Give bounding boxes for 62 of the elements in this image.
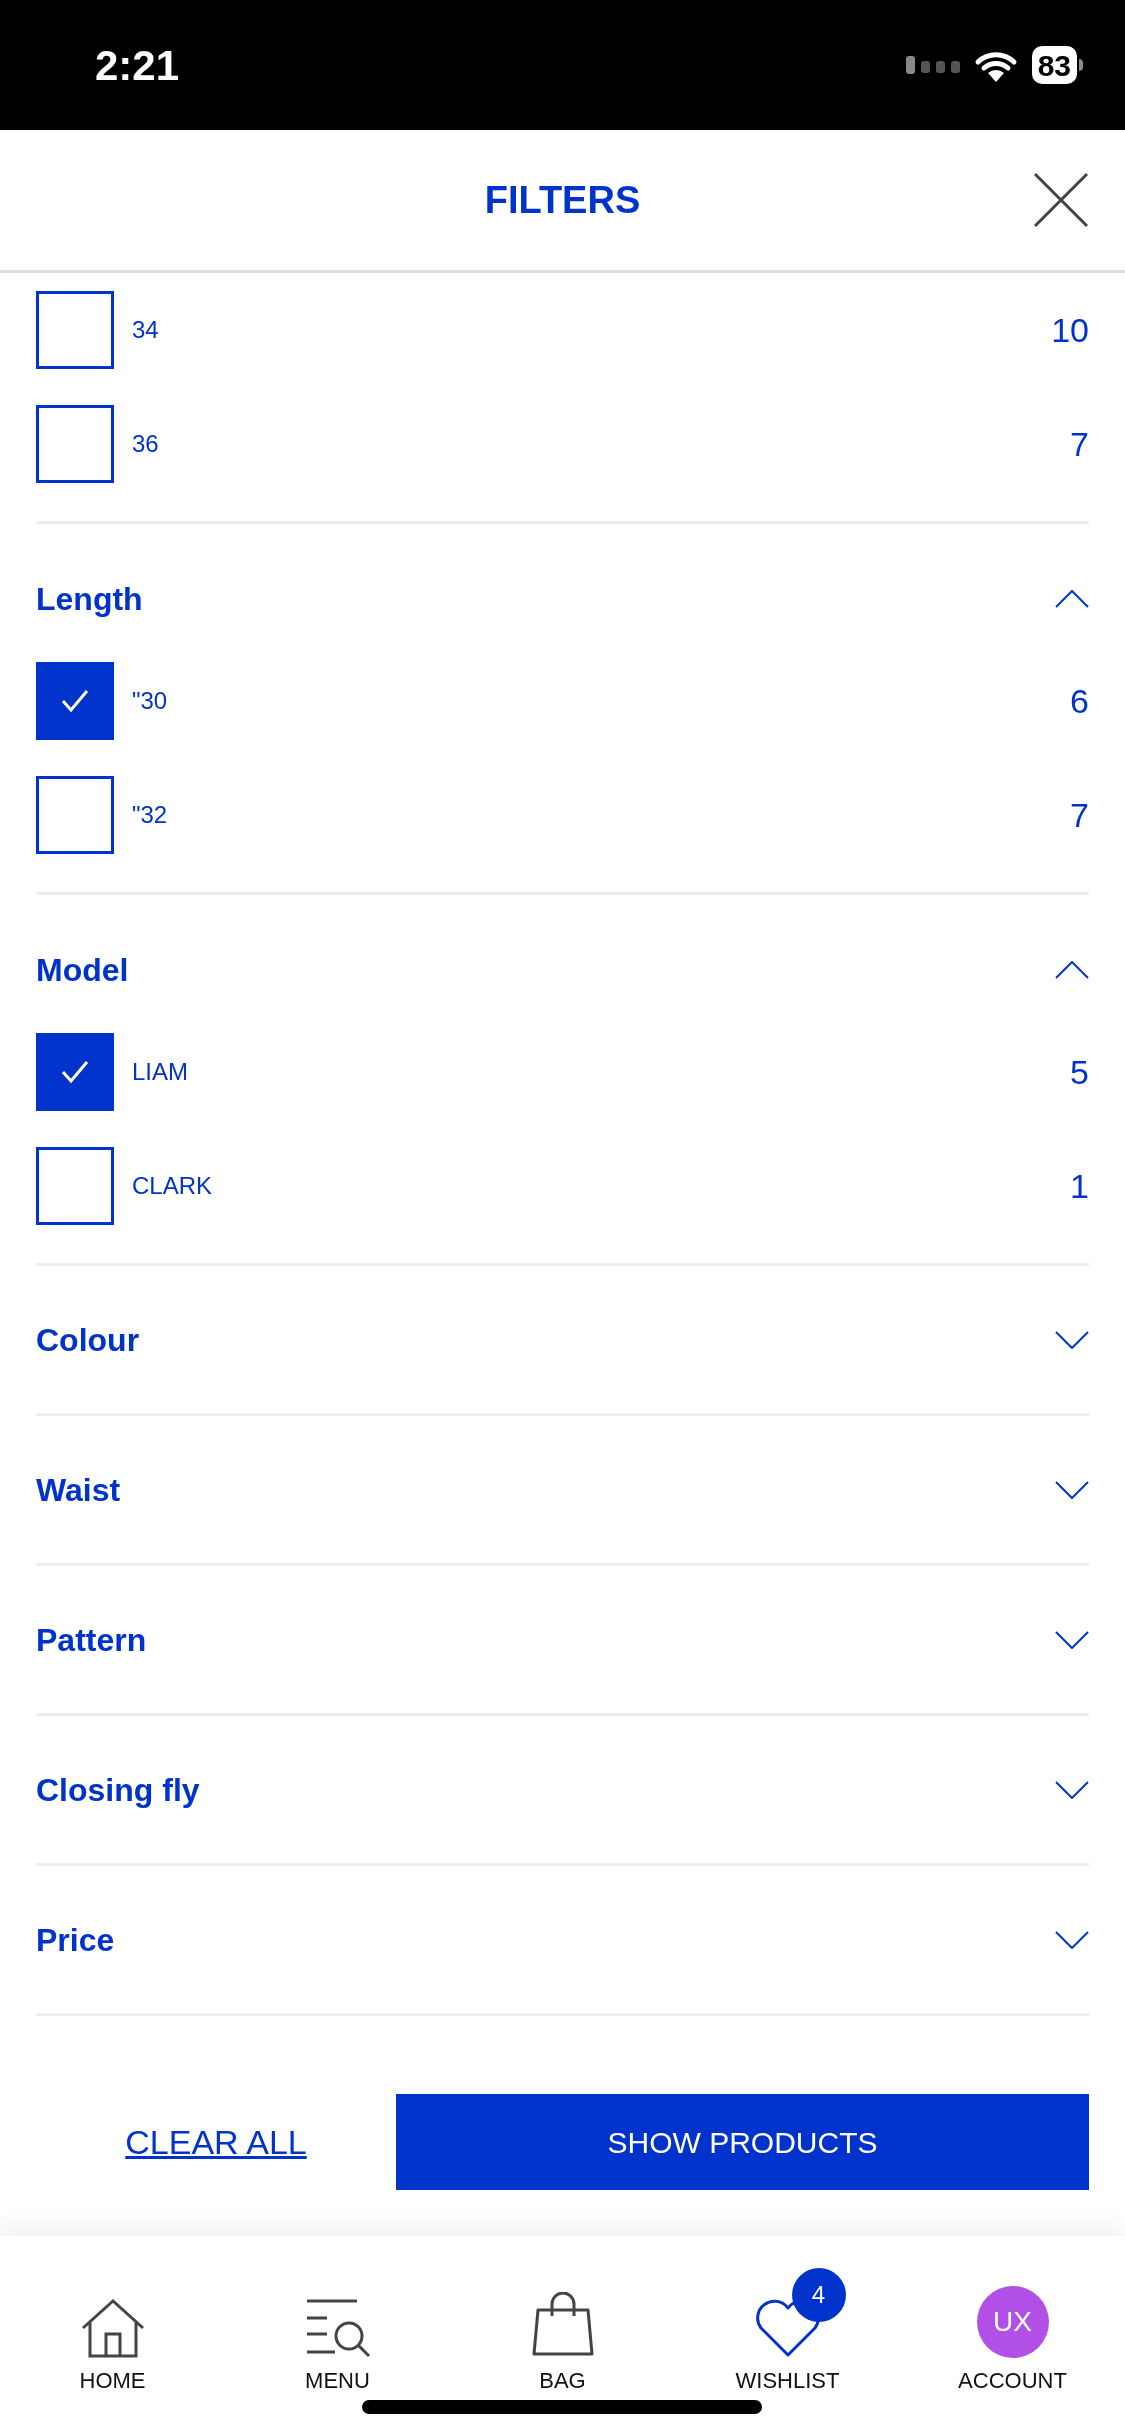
option-count: 7 — [1070, 423, 1089, 465]
option-count: 5 — [1070, 1051, 1089, 1093]
section-title: Model — [36, 951, 129, 990]
tab-label: HOME — [79, 2367, 146, 2395]
chevron-up-icon — [1055, 961, 1089, 979]
clear-all-link[interactable]: CLEAR ALL — [36, 2116, 396, 2168]
section-title: Pattern — [36, 1620, 147, 1660]
tab-bar-item[interactable]: MENU — [225, 2268, 450, 2436]
section-header[interactable]: Length — [36, 524, 1089, 644]
section-header[interactable]: Waist — [36, 1416, 1089, 1563]
chevron-down-icon — [1055, 1480, 1089, 1499]
search-list-icon — [304, 2298, 371, 2358]
show-products-button[interactable]: SHOW PRODUCTS — [396, 2094, 1089, 2190]
section-header[interactable]: Model — [36, 895, 1089, 1015]
option-count: 10 — [1051, 309, 1089, 351]
signal-icon — [905, 56, 960, 74]
home-icon — [79, 2298, 146, 2358]
status-time: 2:21 — [95, 40, 180, 91]
section-title: Length — [36, 580, 143, 619]
section-title: Colour — [36, 1320, 140, 1360]
option-count: 1 — [1070, 1165, 1089, 1207]
checkbox[interactable] — [36, 405, 114, 483]
tab-bar-item[interactable]: 4 WISHLIST — [675, 2268, 900, 2436]
close-button[interactable] — [1033, 172, 1089, 228]
section-header[interactable]: Pattern — [36, 1566, 1089, 1713]
checkmark-icon — [61, 689, 89, 713]
option-count: 7 — [1070, 794, 1089, 836]
section-header[interactable]: Price — [36, 1866, 1089, 2013]
checkbox[interactable] — [36, 662, 114, 740]
option-label: LIAM — [132, 1057, 188, 1087]
section-title: Price — [36, 1920, 115, 1960]
checkbox[interactable] — [36, 291, 114, 369]
checkbox[interactable] — [36, 1147, 114, 1225]
account-avatar: UX — [976, 2286, 1049, 2358]
battery-indicator: 83 — [1031, 46, 1083, 84]
section-title: Closing fly — [36, 1770, 200, 1810]
option-count: 6 — [1070, 680, 1089, 722]
section-title: Waist — [36, 1470, 121, 1510]
tab-label: WISHLIST — [735, 2367, 840, 2395]
tab-label: BAG — [539, 2367, 586, 2395]
chevron-down-icon — [1055, 1330, 1089, 1349]
option-label: "32 — [132, 800, 168, 830]
option-label: 34 — [132, 315, 159, 345]
page-title: FILTERS — [484, 177, 641, 223]
section-header[interactable]: Closing fly — [36, 1716, 1089, 1863]
chevron-down-icon — [1055, 1930, 1089, 1949]
checkbox[interactable] — [36, 776, 114, 854]
chevron-down-icon — [1055, 1630, 1089, 1649]
checkmark-icon — [61, 1060, 89, 1084]
option-label: 36 — [132, 429, 159, 459]
chevron-down-icon — [1055, 1780, 1089, 1799]
tab-label: ACCOUNT — [958, 2367, 1067, 2395]
tab-bar-item[interactable]: BAG — [450, 2268, 675, 2436]
tab-bar-item[interactable]: UX ACCOUNT — [900, 2268, 1125, 2436]
tab-label: MENU — [305, 2367, 370, 2395]
checkbox[interactable] — [36, 1033, 114, 1111]
section-header[interactable]: Colour — [36, 1266, 1089, 1413]
wishlist-count-badge: 4 — [791, 2268, 846, 2322]
chevron-up-icon — [1055, 590, 1089, 608]
tab-bar-item[interactable]: HOME — [0, 2268, 225, 2436]
option-label: "30 — [132, 686, 168, 716]
option-label: CLARK — [132, 1171, 213, 1201]
